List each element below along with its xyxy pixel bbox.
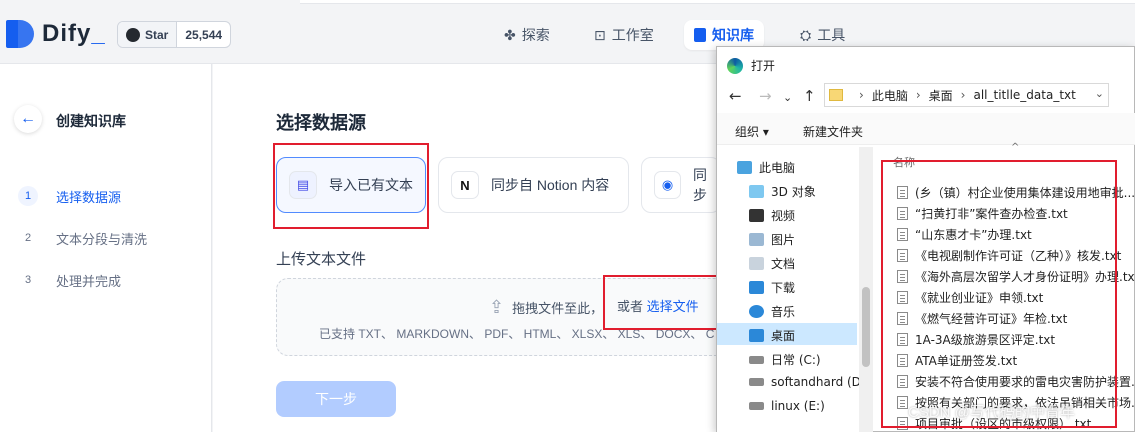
pc-icon: [737, 161, 752, 174]
address-bar[interactable]: › 此电脑 › 桌面 › all_titlle_data_txt ⌄: [824, 83, 1109, 107]
3d-objects-icon: [749, 185, 764, 198]
star-count: 25,544: [185, 27, 223, 42]
documents-icon: [749, 257, 764, 270]
address-dropdown-icon[interactable]: ⌄: [1095, 87, 1104, 100]
music-icon: [749, 305, 764, 318]
video-icon: [749, 209, 764, 222]
drive-d-icon: [749, 378, 764, 386]
drive-e-icon: [749, 402, 764, 410]
dify-logo-icon: [6, 20, 36, 48]
recent-chevron-icon[interactable]: ⌄: [783, 91, 792, 104]
knowledge-icon: [694, 28, 706, 42]
arrow-left-icon: ←: [20, 110, 36, 127]
navigation-scrollbar[interactable]: [859, 147, 873, 432]
tree-item-desktop[interactable]: 桌面: [749, 327, 795, 344]
pictures-icon: [749, 233, 764, 246]
create-knowledge-sidebar: ← 创建知识库 1 选择数据源 2 文本分段与清洗 3 处理并完成: [0, 64, 212, 432]
step-select-source: 1 选择数据源: [18, 186, 121, 206]
drop-text: 拖拽文件至此，: [512, 301, 604, 316]
notion-icon: N: [451, 171, 479, 199]
tree-item-pc[interactable]: 此电脑: [737, 159, 795, 176]
upload-title: 上传文本文件: [276, 251, 367, 268]
globe-icon: ◉: [654, 171, 682, 199]
explore-icon: ✤: [504, 26, 516, 43]
next-step-button[interactable]: 下一步: [276, 381, 396, 417]
dialog-title: 打开: [751, 59, 776, 73]
source-notion[interactable]: N 同步自 Notion 内容: [438, 157, 629, 213]
tree-item-downloads[interactable]: 下载: [749, 279, 795, 296]
nav-studio[interactable]: ⊡ 工作室: [584, 20, 664, 50]
back-button[interactable]: ←: [14, 105, 42, 133]
star-label: Star: [145, 27, 169, 42]
logo-text: Dify: [42, 20, 92, 47]
up-arrow-icon[interactable]: ↑: [803, 87, 816, 105]
downloads-icon: [749, 281, 764, 294]
sidebar-title: 创建知识库: [56, 113, 126, 129]
sort-caret-icon: ^: [1011, 142, 1020, 153]
studio-icon: ⊡: [594, 26, 606, 43]
tree-item-documents[interactable]: 文档: [749, 255, 795, 272]
github-star-button[interactable]: Star 25,544: [117, 21, 232, 48]
step-segment-clean: 2 文本分段与清洗: [24, 231, 148, 247]
csdn-watermark: CSDN @写代码的中青年: [908, 404, 1075, 421]
source-web-sync[interactable]: ◉ 同步: [641, 157, 721, 213]
upload-cloud-icon: ⇪: [489, 297, 505, 317]
github-icon: [126, 27, 140, 42]
navigation-pane: 此电脑 3D 对象 视频 图片 文档 下载 音乐 桌面 日常 (C:) soft…: [717, 153, 861, 432]
highlight-import-text: [273, 143, 429, 229]
tree-item-drive-d[interactable]: softandhard (D: [749, 375, 861, 389]
tree-item-drive-e[interactable]: linux (E:): [749, 399, 825, 413]
page-title: 选择数据源: [276, 113, 366, 133]
tree-item-drive-c[interactable]: 日常 (C:): [749, 351, 821, 368]
step-process-finish: 3 处理并完成: [24, 273, 122, 289]
highlight-file-list: [881, 160, 1117, 428]
tree-item-music[interactable]: 音乐: [749, 303, 795, 320]
organize-menu[interactable]: 组织 ▾: [735, 123, 769, 140]
tree-item-3d[interactable]: 3D 对象: [749, 183, 816, 200]
tree-item-pictures[interactable]: 图片: [749, 231, 795, 248]
edge-browser-icon: [727, 57, 743, 74]
browser-edge: [300, 0, 1135, 4]
new-folder-button[interactable]: 新建文件夹: [803, 123, 863, 140]
drive-c-icon: [749, 355, 764, 364]
tree-item-video[interactable]: 视频: [749, 207, 795, 224]
dify-logo[interactable]: Dify_: [6, 20, 106, 48]
folder-icon: [829, 89, 843, 101]
back-arrow-icon[interactable]: ←: [729, 87, 742, 105]
nav-explore[interactable]: ✤ 探索: [494, 20, 560, 50]
forward-arrow-icon[interactable]: →: [759, 87, 772, 105]
desktop-icon: [749, 329, 764, 342]
highlight-select-file: [603, 275, 718, 330]
tools-icon: ⛭: [800, 26, 812, 43]
